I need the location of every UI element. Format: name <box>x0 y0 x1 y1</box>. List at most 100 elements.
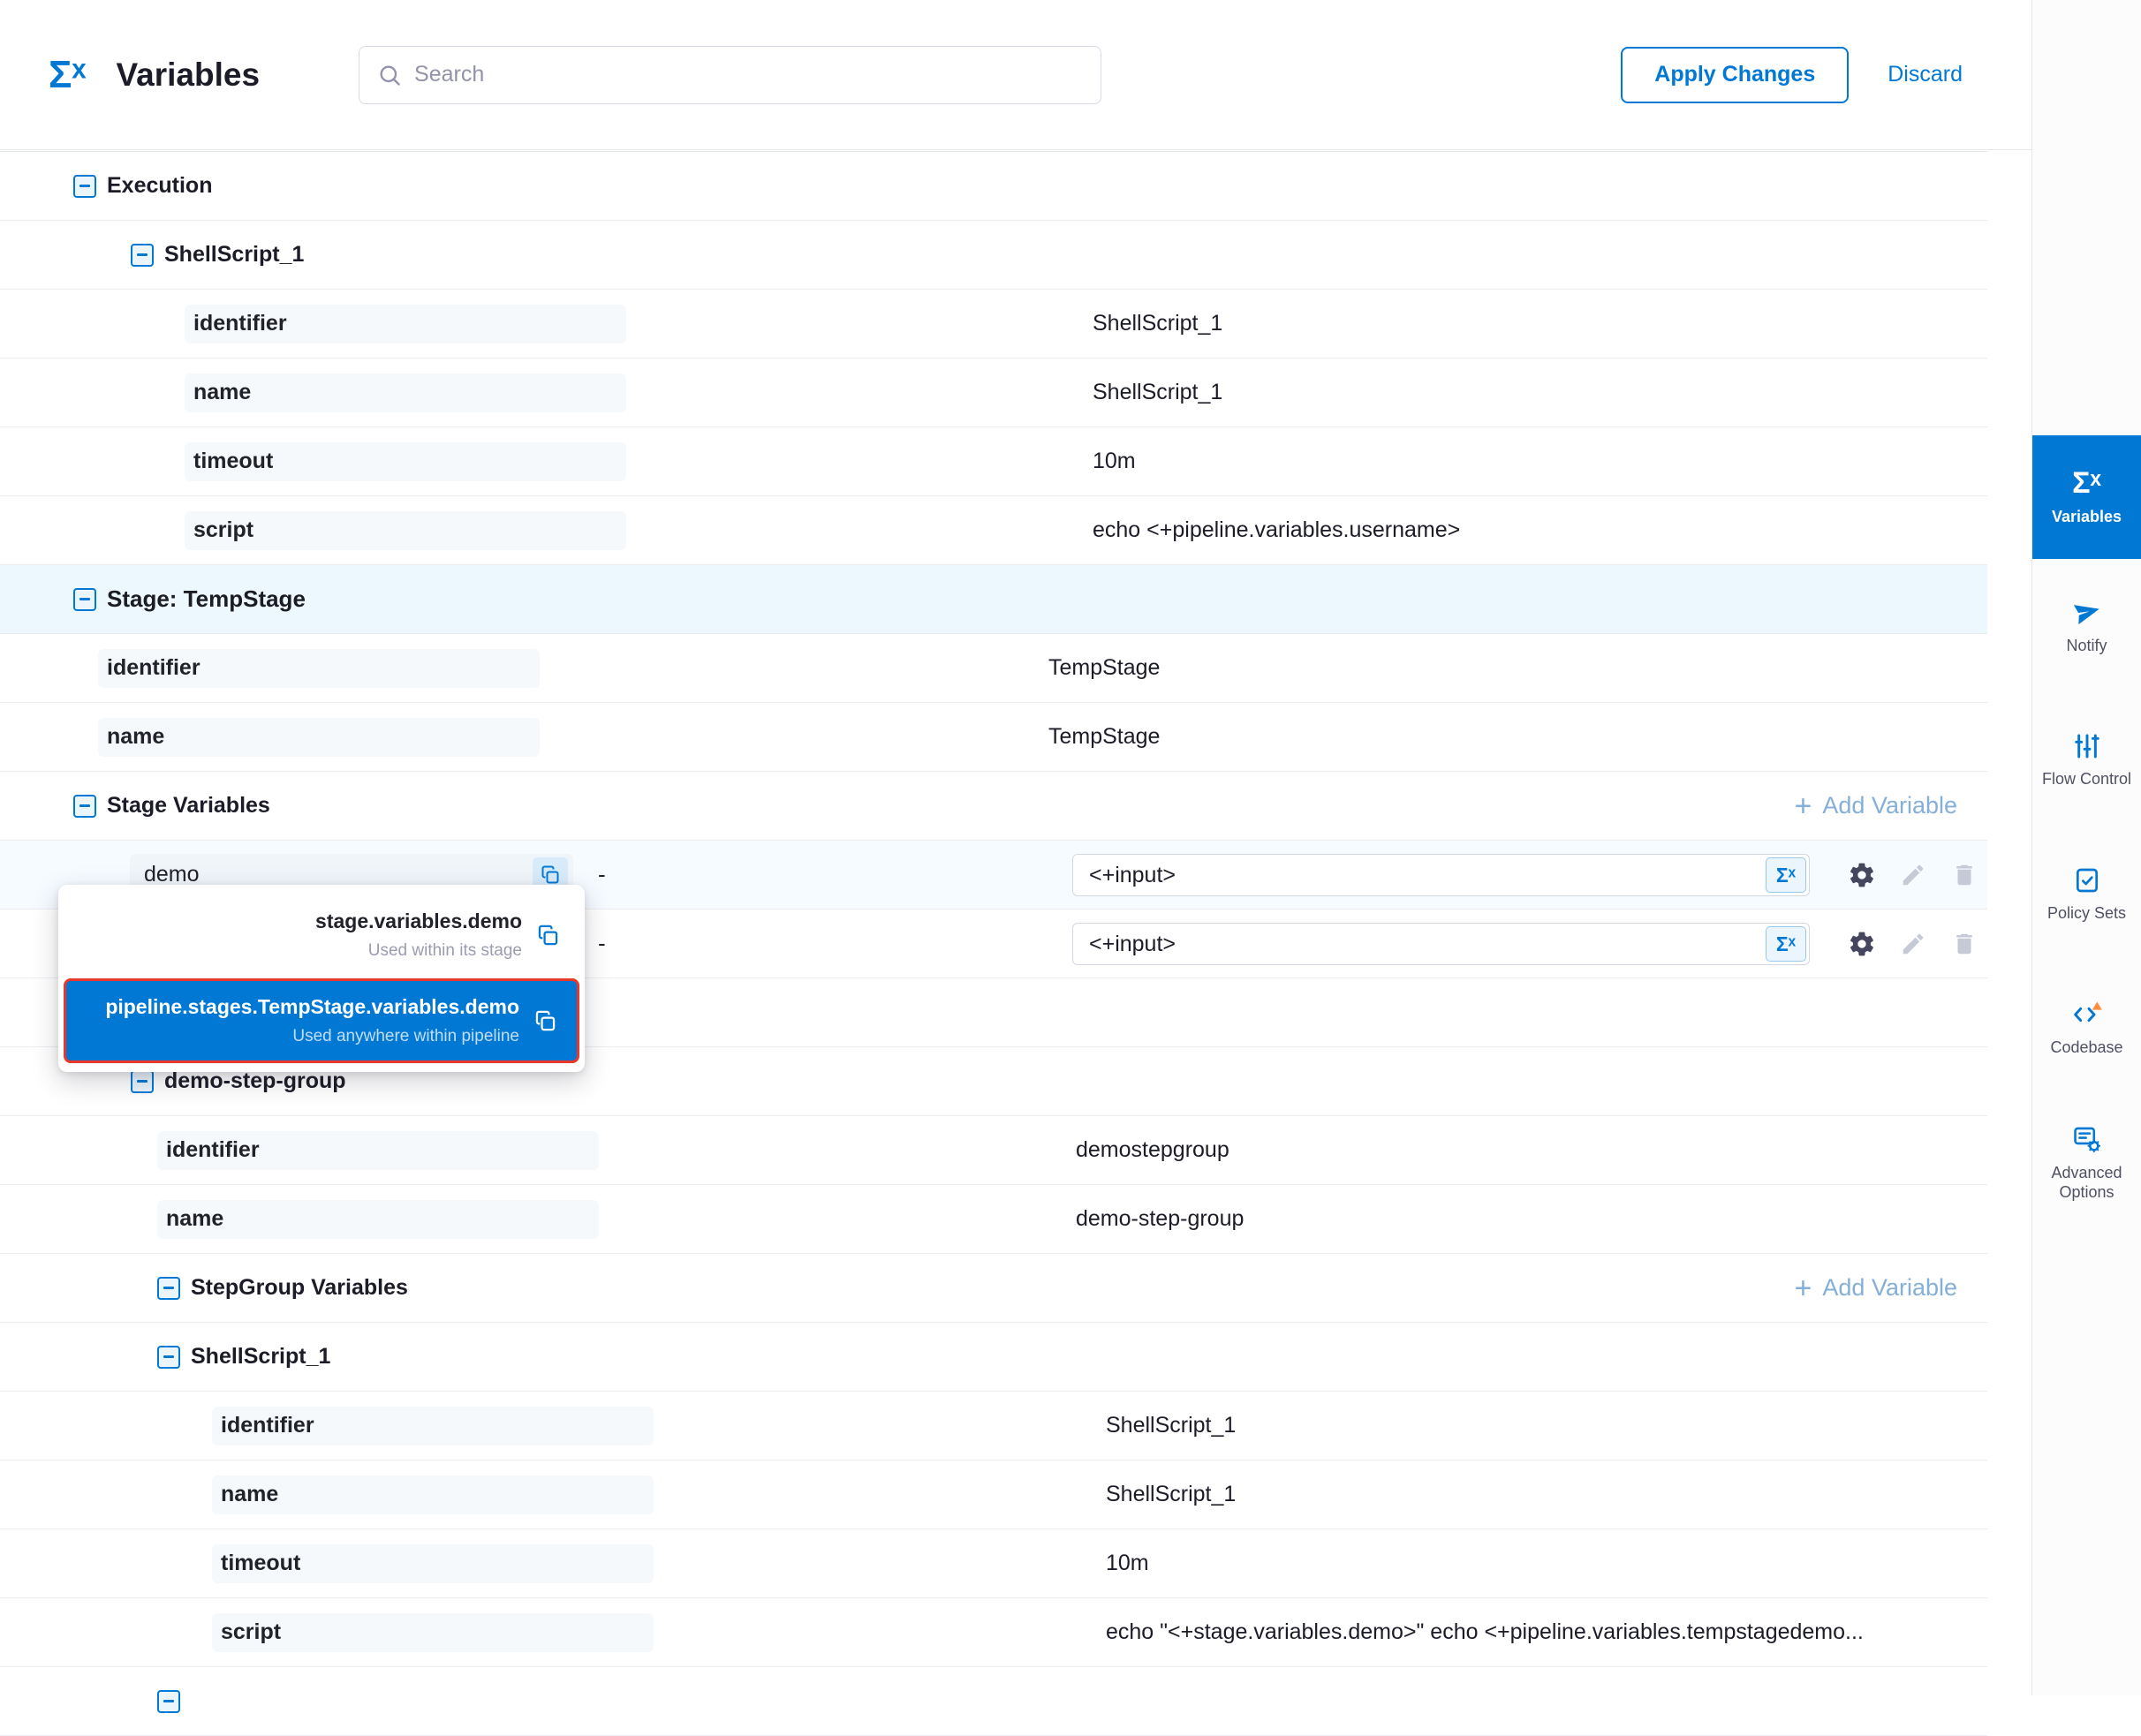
policy-check-icon <box>2073 866 2101 894</box>
field-key-pill: identifier <box>185 305 626 343</box>
field-key-label: identifier <box>166 1137 260 1163</box>
field-key-pill: name <box>157 1200 599 1239</box>
apply-changes-button[interactable]: Apply Changes <box>1621 47 1849 103</box>
minus-glyph <box>163 1700 174 1702</box>
option-text: pipeline.stages.TempStage.variables.demo… <box>105 995 519 1046</box>
option-text: stage.variables.demo Used within its sta… <box>315 910 522 961</box>
collapse-icon[interactable] <box>157 1690 180 1713</box>
field-key-label: timeout <box>193 449 273 474</box>
right-rail: Σˣ Variables Notify Flow Control Policy … <box>2031 0 2141 1695</box>
field-row-timeout: timeout 10m <box>0 1529 1987 1598</box>
field-row-name: name demo-step-group <box>0 1185 1987 1254</box>
field-value: ShellScript_1 <box>1093 380 1222 405</box>
tree-row-stage[interactable]: Stage: TempStage <box>0 565 1987 634</box>
field-value: TempStage <box>1048 724 1160 750</box>
field-key-label: script <box>221 1619 281 1645</box>
rail-item-notify[interactable]: Notify <box>2032 559 2141 693</box>
tree-row-partial[interactable] <box>0 1667 1987 1736</box>
variable-value-field[interactable] <box>1073 863 1766 888</box>
add-variable-label: Add Variable <box>1822 1274 1957 1302</box>
settings-icon[interactable] <box>1846 928 1878 960</box>
variable-value-input[interactable]: Σˣ <box>1072 854 1810 896</box>
rail-item-label: Advanced Options <box>2032 1163 2141 1203</box>
copy-icon[interactable] <box>533 1009 557 1033</box>
collapse-icon[interactable] <box>73 588 96 611</box>
field-key-label: identifier <box>193 311 287 336</box>
variables-icon: Σˣ <box>2072 468 2101 498</box>
rail-item-policy-sets[interactable]: Policy Sets <box>2032 827 2141 962</box>
field-key-label: name <box>166 1206 223 1232</box>
page-header: Σˣ Variables Apply Changes Discard <box>0 0 2031 150</box>
variable-name: demo <box>144 862 200 887</box>
section-label: Stage: TempStage <box>107 585 306 613</box>
field-key-pill: identifier <box>98 649 540 688</box>
add-variable-button[interactable]: + Add Variable <box>1795 1273 1957 1303</box>
expression-toggle-icon[interactable]: Σˣ <box>1766 857 1806 893</box>
field-key-label: identifier <box>107 655 200 681</box>
field-key-pill: name <box>212 1476 654 1514</box>
collapse-icon[interactable] <box>131 244 154 267</box>
tree-row-stage-variables[interactable]: Stage Variables + Add Variable <box>0 772 1987 841</box>
plus-icon: + <box>1795 791 1812 821</box>
rail-item-label: Variables <box>2048 507 2125 527</box>
tree-row-shellscript-2[interactable]: ShellScript_1 <box>0 1323 1987 1392</box>
collapse-icon[interactable] <box>131 1070 154 1093</box>
rail-item-label: Codebase <box>2046 1038 2126 1058</box>
edit-icon[interactable] <box>1897 859 1929 891</box>
field-value: 10m <box>1093 449 1136 474</box>
minus-glyph <box>79 185 90 187</box>
section-label: ShellScript_1 <box>164 242 304 268</box>
paper-plane-icon <box>2072 597 2102 627</box>
collapse-icon[interactable] <box>73 795 96 818</box>
field-value: 10m <box>1106 1551 1149 1576</box>
collapse-icon[interactable] <box>157 1277 180 1300</box>
minus-glyph <box>137 253 148 256</box>
variables-logo-icon: Σˣ <box>49 53 87 97</box>
collapse-icon[interactable] <box>157 1346 180 1369</box>
code-icon <box>2071 1000 2103 1029</box>
search-icon <box>377 63 402 87</box>
variable-row-actions <box>1846 859 1980 891</box>
expression-toggle-icon[interactable]: Σˣ <box>1766 926 1806 962</box>
field-key-pill: script <box>212 1613 654 1652</box>
discard-button[interactable]: Discard <box>1888 62 1963 87</box>
variable-reference-popup: stage.variables.demo Used within its sta… <box>58 885 585 1072</box>
tree-row-shellscript[interactable]: ShellScript_1 <box>0 221 1987 290</box>
section-label: ShellScript_1 <box>191 1344 330 1370</box>
field-key-label: name <box>107 724 164 750</box>
field-key-pill: timeout <box>185 442 626 481</box>
search-box[interactable] <box>359 46 1101 104</box>
delete-icon[interactable] <box>1948 928 1980 960</box>
minus-glyph <box>163 1355 174 1358</box>
copy-icon[interactable] <box>536 924 560 947</box>
variable-value-field[interactable] <box>1073 932 1766 957</box>
field-value: echo <+pipeline.variables.username> <box>1093 517 1460 543</box>
rail-item-label: Notify <box>2062 636 2110 656</box>
field-key-pill: name <box>185 374 626 412</box>
field-key-pill: script <box>185 511 626 550</box>
field-row-timeout: timeout 10m <box>0 427 1987 496</box>
field-value: echo "<+stage.variables.demo>" echo <+pi… <box>1106 1619 1864 1645</box>
field-key-label: name <box>221 1482 278 1507</box>
rail-item-codebase[interactable]: Codebase <box>2032 962 2141 1096</box>
delete-icon[interactable] <box>1948 859 1980 891</box>
collapse-icon[interactable] <box>73 175 96 198</box>
rail-item-advanced-options[interactable]: Advanced Options <box>2032 1096 2141 1230</box>
page-title: Variables <box>117 57 261 94</box>
add-variable-button[interactable]: + Add Variable <box>1795 791 1957 821</box>
variable-reference-option-pipeline[interactable]: pipeline.stages.TempStage.variables.demo… <box>64 978 579 1063</box>
minus-glyph <box>79 804 90 807</box>
variable-reference-option-stage[interactable]: stage.variables.demo Used within its sta… <box>64 895 579 975</box>
field-value: ShellScript_1 <box>1106 1482 1236 1507</box>
search-input[interactable] <box>414 62 1083 87</box>
variable-value-input[interactable]: Σˣ <box>1072 923 1810 965</box>
tree-row-execution[interactable]: Execution <box>0 152 1987 221</box>
settings-icon[interactable] <box>1846 859 1878 891</box>
rail-item-variables[interactable]: Σˣ Variables <box>2032 435 2141 559</box>
edit-icon[interactable] <box>1897 928 1929 960</box>
tree-row-stepgroup-variables[interactable]: StepGroup Variables + Add Variable <box>0 1254 1987 1323</box>
field-row-name: name ShellScript_1 <box>0 1461 1987 1529</box>
rail-item-flow-control[interactable]: Flow Control <box>2032 693 2141 827</box>
field-key-pill: identifier <box>212 1407 654 1445</box>
field-key-label: identifier <box>221 1413 314 1438</box>
